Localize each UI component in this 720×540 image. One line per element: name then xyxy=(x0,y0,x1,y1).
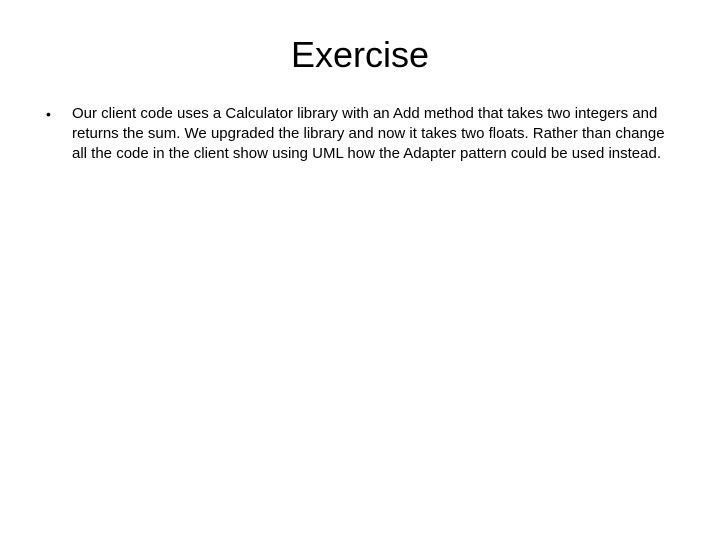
slide-content: • Our client code uses a Calculator libr… xyxy=(40,104,680,164)
slide-title: Exercise xyxy=(40,34,680,76)
bullet-item: • Our client code uses a Calculator libr… xyxy=(44,104,680,164)
bullet-marker: • xyxy=(44,104,72,124)
slide: Exercise • Our client code uses a Calcul… xyxy=(0,0,720,540)
bullet-text: Our client code uses a Calculator librar… xyxy=(72,104,680,164)
